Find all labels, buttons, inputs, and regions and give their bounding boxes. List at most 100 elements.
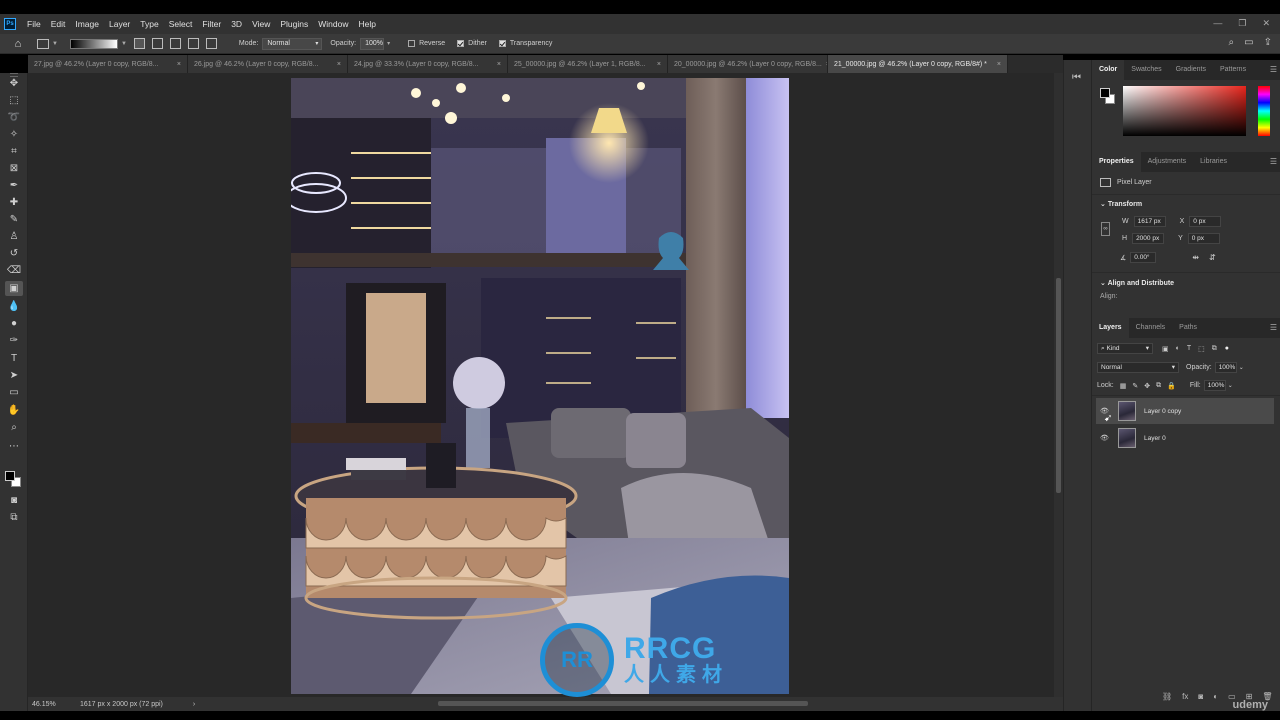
lock-artboard-icon[interactable]: ⧉ bbox=[1156, 382, 1161, 390]
tab-properties[interactable]: Properties bbox=[1092, 152, 1141, 172]
screen-mode-icon[interactable]: ⧉ bbox=[5, 510, 23, 525]
move-tool-icon[interactable]: ✥ bbox=[5, 76, 23, 91]
rectangle-tool-icon[interactable]: ▭ bbox=[5, 385, 23, 400]
flip-vertical-icon[interactable]: ⇵ bbox=[1209, 253, 1216, 262]
x-input[interactable]: 0 px bbox=[1189, 216, 1222, 227]
close-tab-icon[interactable]: × bbox=[177, 61, 181, 68]
filter-adjustment-icon[interactable]: ◐ bbox=[1176, 345, 1180, 352]
menu-filter[interactable]: Filter bbox=[197, 19, 226, 29]
blur-tool-icon[interactable]: 💧 bbox=[5, 299, 23, 314]
document-tab[interactable]: 27.jpg @ 46.2% (Layer 0 copy, RGB/8... × bbox=[28, 55, 188, 73]
minimize-icon[interactable]: — bbox=[1213, 18, 1222, 29]
menu-help[interactable]: Help bbox=[353, 19, 380, 29]
close-tab-icon[interactable]: × bbox=[497, 61, 501, 68]
chevron-down-icon[interactable]: ▼ bbox=[52, 41, 58, 47]
layer-row[interactable]: 👁 Layer 0 bbox=[1096, 425, 1274, 451]
menu-view[interactable]: View bbox=[247, 19, 275, 29]
home-icon[interactable]: ⌂ bbox=[11, 37, 25, 51]
workspace-icon[interactable]: ▭ bbox=[1244, 37, 1253, 48]
clone-stamp-tool-icon[interactable]: ♙ bbox=[5, 229, 23, 244]
more-tools-icon[interactable]: ⋯ bbox=[5, 439, 23, 454]
tab-gradients[interactable]: Gradients bbox=[1169, 60, 1213, 80]
menu-file[interactable]: File bbox=[22, 19, 46, 29]
gradient-tool-icon[interactable]: ▣ bbox=[5, 281, 23, 296]
fill-input[interactable]: 100% bbox=[1203, 380, 1226, 391]
status-menu-icon[interactable]: › bbox=[193, 701, 195, 708]
foreground-color-swatch[interactable] bbox=[1100, 88, 1110, 98]
chevron-down-icon[interactable]: ⌄ bbox=[1100, 280, 1106, 287]
filter-toggle-icon[interactable]: ● bbox=[1225, 345, 1229, 352]
tab-paths[interactable]: Paths bbox=[1172, 318, 1204, 338]
linear-gradient-button[interactable] bbox=[133, 38, 145, 49]
layer-row[interactable]: 👁 Layer 0 copy bbox=[1096, 398, 1274, 424]
chevron-down-icon[interactable]: ⌄ bbox=[1100, 201, 1106, 208]
share-icon[interactable]: ⇪ bbox=[1264, 37, 1272, 48]
layer-style-icon[interactable]: fx bbox=[1182, 692, 1188, 701]
chevron-down-icon[interactable]: ▾ bbox=[387, 40, 390, 47]
tab-patterns[interactable]: Patterns bbox=[1213, 60, 1253, 80]
adjustment-layer-icon[interactable]: ◐ bbox=[1213, 692, 1218, 701]
search-icon[interactable]: ⌕ bbox=[1229, 37, 1235, 48]
frame-tool-icon[interactable]: ⊠ bbox=[5, 161, 23, 176]
close-window-icon[interactable]: ✕ bbox=[1262, 18, 1270, 29]
document-image[interactable] bbox=[291, 78, 789, 694]
panel-menu-icon[interactable]: ☰ bbox=[1270, 323, 1277, 332]
dither-checkbox[interactable] bbox=[457, 40, 465, 47]
type-tool-icon[interactable]: T bbox=[5, 351, 23, 366]
hand-tool-icon[interactable]: ✋ bbox=[5, 403, 23, 418]
tab-channels[interactable]: Channels bbox=[1129, 318, 1173, 338]
marquee-tool-icon[interactable]: ⬚ bbox=[5, 93, 23, 108]
menu-window[interactable]: Window bbox=[313, 19, 353, 29]
quick-mask-icon[interactable]: ◙ bbox=[5, 493, 23, 508]
path-selection-tool-icon[interactable]: ➤ bbox=[5, 368, 23, 383]
close-tab-icon[interactable]: × bbox=[337, 61, 341, 68]
opacity-input[interactable]: 100% bbox=[360, 37, 385, 50]
eyedropper-tool-icon[interactable]: ✒ bbox=[5, 178, 23, 193]
angle-gradient-button[interactable] bbox=[169, 38, 181, 49]
visibility-eye-icon[interactable]: 👁 bbox=[1100, 434, 1110, 442]
lasso-tool-icon[interactable]: ➰ bbox=[5, 110, 23, 125]
menu-layer[interactable]: Layer bbox=[104, 19, 135, 29]
tab-layers[interactable]: Layers bbox=[1092, 318, 1129, 338]
crop-tool-icon[interactable]: ⌗ bbox=[5, 144, 23, 159]
zoom-tool-icon[interactable]: ⌕ bbox=[5, 420, 23, 435]
layer-name[interactable]: Layer 0 bbox=[1144, 435, 1166, 442]
filter-type-icon[interactable]: T bbox=[1187, 345, 1191, 352]
horizontal-scrollbar-thumb[interactable] bbox=[438, 701, 808, 706]
tab-adjustments[interactable]: Adjustments bbox=[1141, 152, 1194, 172]
filter-pixel-icon[interactable]: ▣ bbox=[1162, 345, 1169, 353]
link-icon[interactable]: ∞ bbox=[1101, 222, 1110, 236]
dodge-tool-icon[interactable]: ● bbox=[5, 316, 23, 331]
zoom-level[interactable]: 46.15% bbox=[32, 701, 68, 708]
menu-image[interactable]: Image bbox=[70, 19, 104, 29]
lock-image-icon[interactable]: ✎ bbox=[1132, 382, 1138, 390]
eraser-tool-icon[interactable]: ⌫ bbox=[5, 263, 23, 278]
lock-position-icon[interactable]: ✥ bbox=[1144, 382, 1150, 390]
menu-plugins[interactable]: Plugins bbox=[275, 19, 313, 29]
chevron-down-icon[interactable]: ⌄ bbox=[1228, 382, 1233, 389]
pen-tool-icon[interactable]: ✑ bbox=[5, 333, 23, 348]
vertical-scrollbar-thumb[interactable] bbox=[1056, 278, 1061, 493]
gradient-preview[interactable] bbox=[69, 38, 118, 49]
layer-filter-select[interactable]: ⌕ Kind ▾ bbox=[1097, 343, 1153, 354]
document-tab[interactable]: 24.jpg @ 33.3% (Layer 0 copy, RGB/8... × bbox=[348, 55, 508, 73]
lock-transparent-icon[interactable]: ▦ bbox=[1120, 382, 1127, 390]
panel-menu-icon[interactable]: ☰ bbox=[1270, 157, 1277, 166]
layer-name[interactable]: Layer 0 copy bbox=[1144, 408, 1181, 415]
menu-3d[interactable]: 3D bbox=[226, 19, 247, 29]
filter-shape-icon[interactable]: ⬚ bbox=[1198, 345, 1205, 353]
document-tab[interactable]: 25_00000.jpg @ 46.2% (Layer 1, RGB/8... × bbox=[508, 55, 668, 73]
lock-all-icon[interactable]: 🔒 bbox=[1167, 382, 1176, 390]
add-mask-icon[interactable]: ◙ bbox=[1198, 692, 1203, 701]
y-input[interactable]: 0 px bbox=[1187, 233, 1220, 244]
tab-libraries[interactable]: Libraries bbox=[1193, 152, 1234, 172]
panel-menu-icon[interactable]: ☰ bbox=[1270, 65, 1277, 74]
color-picker-field[interactable] bbox=[1123, 86, 1246, 136]
flip-horizontal-icon[interactable]: ⇹ bbox=[1192, 253, 1199, 262]
chevron-down-icon[interactable]: ▼ bbox=[121, 41, 127, 47]
radial-gradient-button[interactable] bbox=[151, 38, 163, 49]
tab-swatches[interactable]: Swatches bbox=[1124, 60, 1168, 80]
brush-tool-icon[interactable]: ✎ bbox=[5, 212, 23, 227]
transparency-checkbox[interactable] bbox=[498, 40, 506, 47]
history-brush-tool-icon[interactable]: ↺ bbox=[5, 246, 23, 261]
